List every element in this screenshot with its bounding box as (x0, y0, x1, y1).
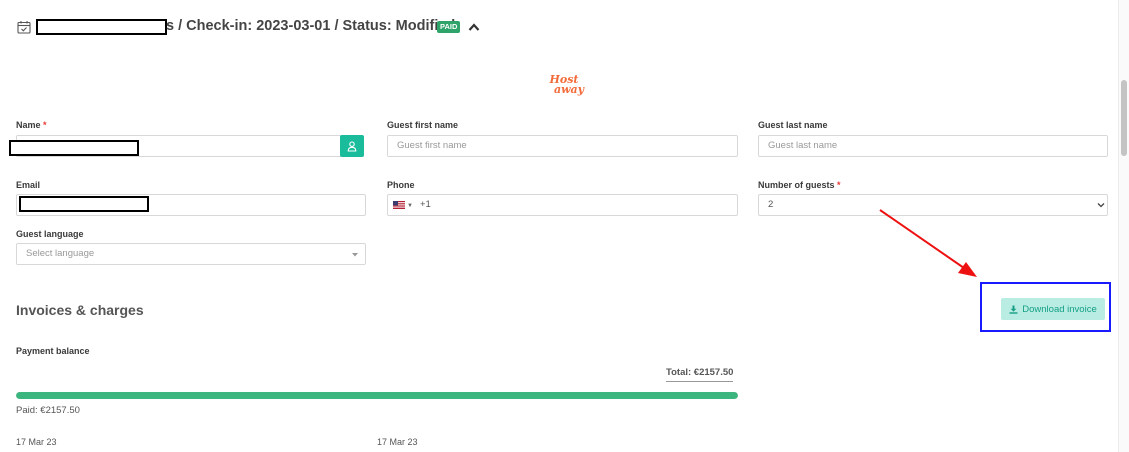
download-icon (1009, 305, 1018, 314)
redacted-listing-name (36, 19, 167, 35)
phone-input[interactable] (387, 194, 738, 216)
guest-language-select[interactable]: Select language (16, 243, 366, 265)
payment-progress-bar (16, 392, 738, 399)
number-of-guests-select[interactable]: 2 (758, 194, 1108, 216)
paid-status-badge: PAID (437, 21, 461, 33)
paid-amount: Paid: €2157.50 (16, 405, 80, 416)
scrollbar-thumb[interactable] (1121, 80, 1127, 156)
annotation-arrow (879, 209, 977, 277)
email-label: Email (16, 180, 41, 190)
caret-down-icon (352, 253, 358, 257)
redacted-email (19, 196, 149, 212)
user-icon (347, 140, 357, 152)
page-scrollbar[interactable] (1118, 0, 1129, 452)
payment-balance-label: Payment balance (16, 346, 90, 356)
calendar-check-icon (17, 21, 31, 34)
country-caret-icon[interactable]: ▼ (407, 203, 413, 209)
guest-first-name-label: Guest first name (387, 120, 459, 130)
guest-first-name-input[interactable]: Guest first name (387, 135, 738, 157)
hostaway-logo: Host away (549, 73, 585, 96)
charge-date-right: 17 Mar 23 (377, 437, 418, 447)
total-amount: Total: €2157.50 (666, 367, 734, 382)
invoices-charges-heading: Invoices & charges (16, 302, 144, 318)
us-flag-icon[interactable] (393, 201, 405, 209)
number-of-guests-label: Number of guests * (758, 180, 841, 190)
redacted-guest-name (9, 140, 139, 156)
guest-profile-button[interactable] (340, 135, 364, 157)
chevron-up-icon[interactable] (468, 22, 480, 32)
guest-last-name-input[interactable]: Guest last name (758, 135, 1108, 157)
phone-label: Phone (387, 180, 415, 190)
phone-country-code: +1 (420, 199, 431, 210)
charge-date-left: 17 Mar 23 (16, 437, 57, 447)
chevron-down-icon (1097, 203, 1105, 208)
guest-language-label: Guest language (16, 229, 84, 239)
payment-progress-fill (16, 392, 738, 399)
name-label: Name * (16, 120, 47, 130)
reservation-title: s / Check-in: 2023-03-01 / Status: Modif… (166, 18, 456, 34)
download-invoice-button[interactable]: Download invoice (1001, 298, 1105, 320)
guest-last-name-label: Guest last name (758, 120, 828, 130)
